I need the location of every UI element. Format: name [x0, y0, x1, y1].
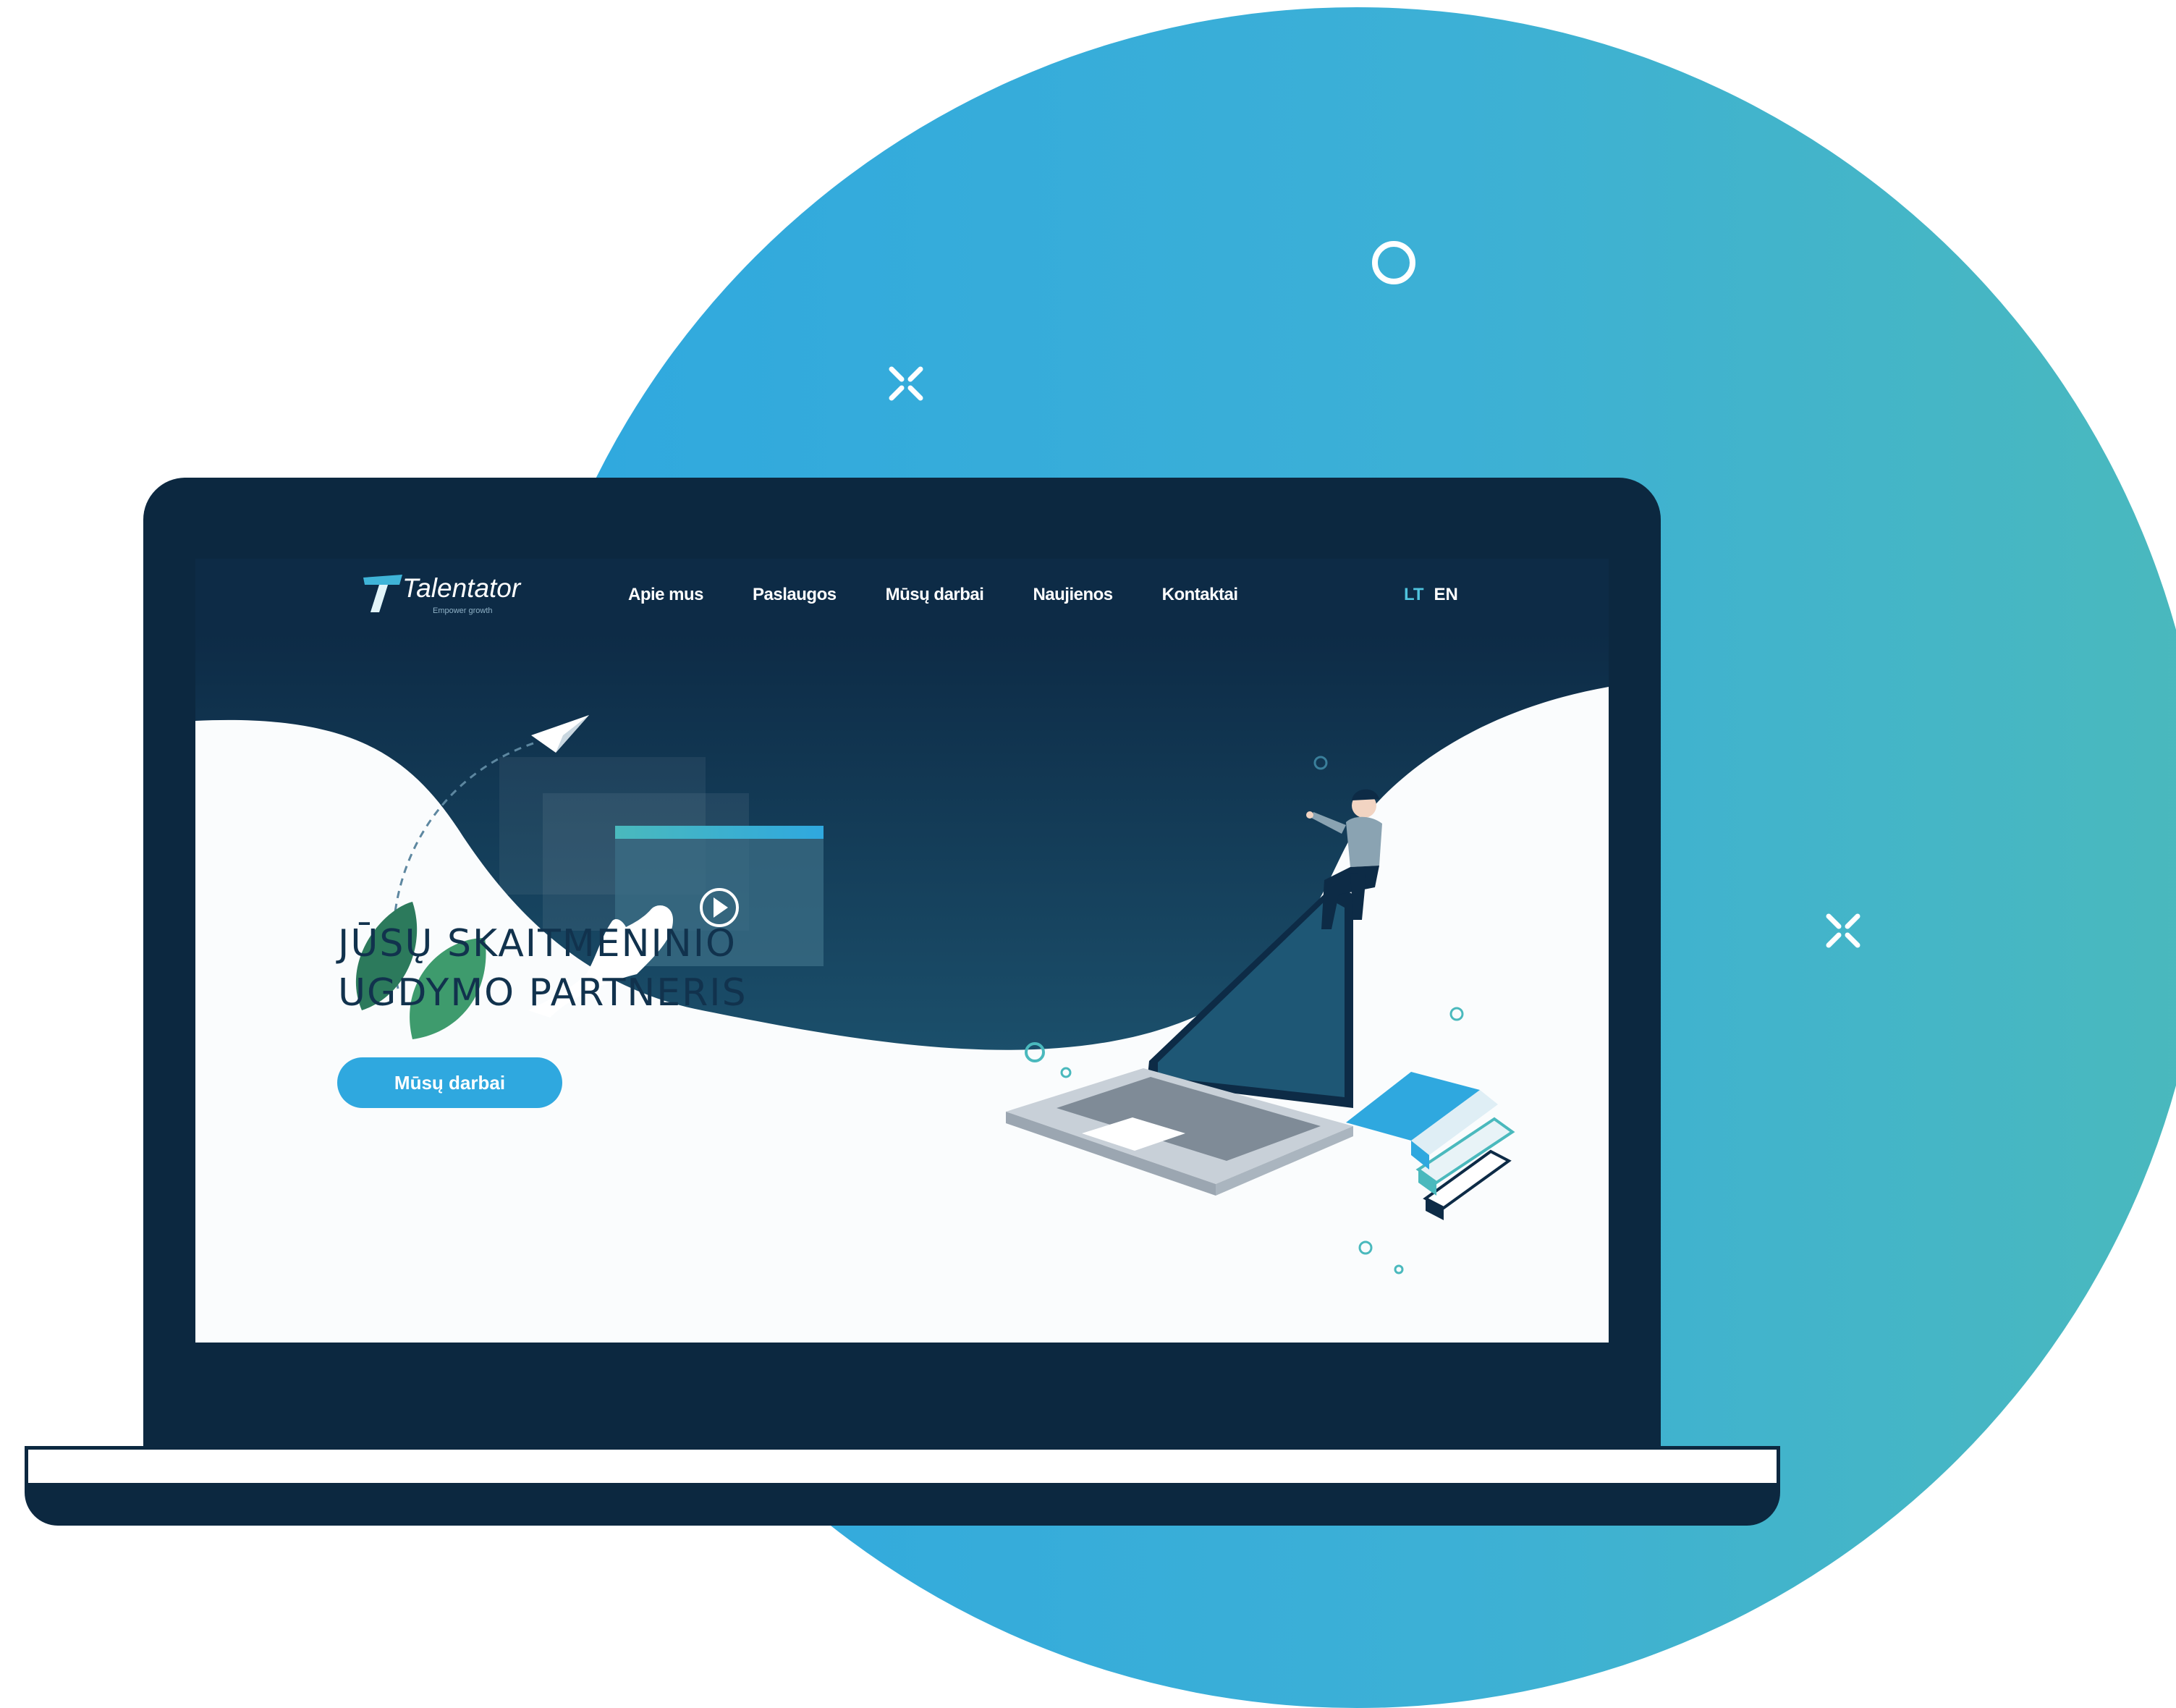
- sparkle-icon: [884, 362, 928, 405]
- lang-lt[interactable]: LT: [1404, 585, 1424, 605]
- website-screen: Talentator Empower growth Apie mus Pasla…: [195, 559, 1609, 1343]
- logo-tagline: Empower growth: [433, 606, 493, 615]
- ring-icon: [1060, 1067, 1072, 1078]
- site-navbar: Talentator Empower growth Apie mus Pasla…: [195, 559, 1609, 634]
- hero-title-line-2: UGDYMO PARTNERIS: [338, 971, 748, 1015]
- nav-item-kontaktai[interactable]: Kontaktai: [1162, 585, 1238, 605]
- hero-title: JŪSŲ SKAITMENINIO UGDYMO PARTNERIS: [338, 919, 748, 1018]
- laptop-base-bottom: [25, 1485, 1780, 1526]
- nav-item-musu-darbai[interactable]: Mūsų darbai: [886, 585, 984, 605]
- laptop-base: [25, 1446, 1780, 1487]
- ring-icon: [1449, 1007, 1464, 1021]
- hero-cta-button[interactable]: Mūsų darbai: [337, 1057, 562, 1108]
- nav-item-paslaugos[interactable]: Paslaugos: [753, 585, 837, 605]
- logo-mark-icon: [363, 575, 402, 612]
- nav-item-apie-mus[interactable]: Apie mus: [628, 585, 704, 605]
- nav-item-naujienos[interactable]: Naujienos: [1033, 585, 1113, 605]
- sparkle-icon: [1821, 909, 1865, 952]
- ring-icon: [1394, 1264, 1404, 1274]
- logo-wordmark: Talentator: [402, 573, 521, 603]
- book-stack-icon: [1346, 1072, 1515, 1220]
- main-menu: Apie mus Paslaugos Mūsų darbai Naujienos…: [628, 585, 1287, 605]
- ring-icon: [1370, 239, 1418, 287]
- language-switcher: LT EN: [1404, 585, 1458, 605]
- lang-en[interactable]: EN: [1434, 585, 1458, 605]
- hero-section: JŪSŲ SKAITMENINIO UGDYMO PARTNERIS Mūsų …: [195, 634, 1609, 1343]
- ring-icon: [1358, 1240, 1373, 1255]
- hero-title-line-1: JŪSŲ SKAITMENINIO: [338, 922, 737, 965]
